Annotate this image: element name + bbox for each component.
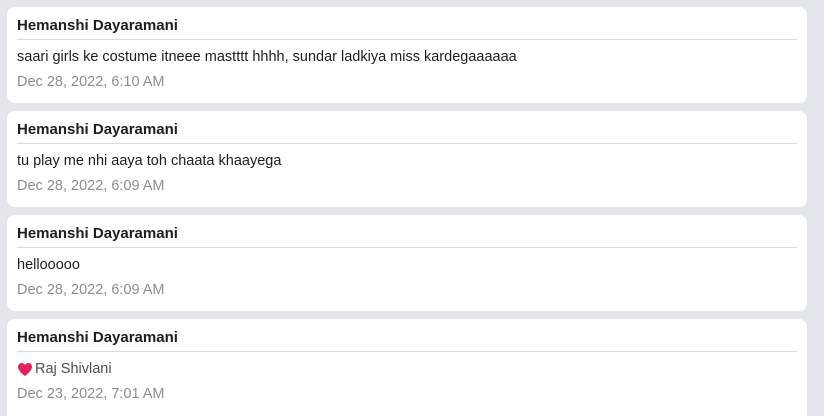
message-timestamp: Dec 28, 2022, 6:09 AM xyxy=(17,178,165,194)
message-author[interactable]: Hemanshi Dayaramani xyxy=(17,17,178,35)
divider xyxy=(17,247,797,248)
message-timestamp: Dec 23, 2022, 7:01 AM xyxy=(17,386,165,402)
reaction[interactable]: Raj Shivlani xyxy=(17,360,112,378)
divider xyxy=(17,351,797,352)
message-text: saari girls ke costume itneee mastttt hh… xyxy=(17,49,517,65)
message-text: hellooooo xyxy=(17,257,80,273)
heart-icon xyxy=(18,362,32,376)
message-author[interactable]: Hemanshi Dayaramani xyxy=(17,329,178,347)
message-timestamp: Dec 28, 2022, 6:10 AM xyxy=(17,74,165,90)
message-card: Hemanshi Dayaramani Raj Shivlani Dec 23,… xyxy=(7,319,807,416)
reaction-row: Raj Shivlani xyxy=(17,360,112,382)
divider xyxy=(17,39,797,40)
message-timestamp: Dec 28, 2022, 6:09 AM xyxy=(17,282,165,298)
message-card: Hemanshi Dayaramani tu play me nhi aaya … xyxy=(7,111,807,207)
message-feed: Hemanshi Dayaramani saari girls ke costu… xyxy=(0,0,824,416)
message-author[interactable]: Hemanshi Dayaramani xyxy=(17,121,178,139)
divider xyxy=(17,143,797,144)
message-author[interactable]: Hemanshi Dayaramani xyxy=(17,225,178,243)
reaction-target-name[interactable]: Raj Shivlani xyxy=(35,360,112,378)
message-card: Hemanshi Dayaramani saari girls ke costu… xyxy=(7,7,807,103)
message-text: tu play me nhi aaya toh chaata khaayega xyxy=(17,153,282,169)
message-card: Hemanshi Dayaramani hellooooo Dec 28, 20… xyxy=(7,215,807,311)
